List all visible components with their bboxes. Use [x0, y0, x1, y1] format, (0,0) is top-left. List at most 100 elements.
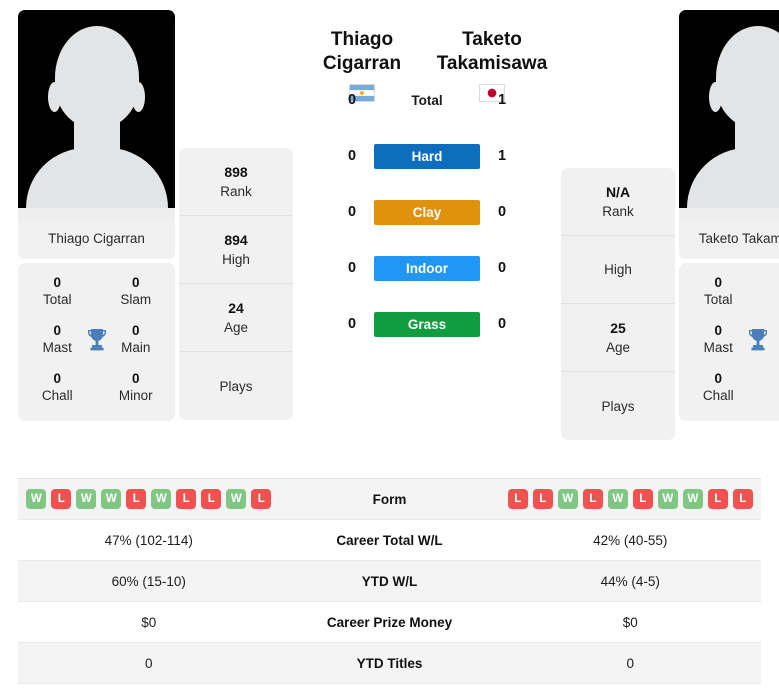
- left-age-label: Age: [223, 319, 249, 335]
- titles-mast-value: 0: [714, 323, 722, 338]
- form-badge-loss[interactable]: L: [507, 489, 528, 509]
- form-badge-loss[interactable]: L: [532, 489, 553, 509]
- h2h-left-score: 0: [347, 260, 357, 276]
- left-player-photo-card[interactable]: Thiago Cigarran: [18, 10, 175, 259]
- form-badge-win[interactable]: W: [26, 489, 47, 509]
- titles-chall-label: Chall: [702, 388, 734, 403]
- titles-mast-value: 0: [53, 323, 61, 338]
- titles-row-mast-main: 0 Mast 0: [18, 315, 175, 363]
- titles-chall-label: Chall: [41, 388, 73, 403]
- form-badge-win[interactable]: W: [657, 489, 678, 509]
- row-label: YTD W/L: [361, 573, 418, 589]
- titles-mast: 0 Mast: [32, 322, 82, 357]
- titles-minor-label: Minor: [772, 387, 779, 405]
- titles-slam-label: Slam: [120, 292, 152, 307]
- right-value-cell: 0: [626, 655, 634, 671]
- surface-label-indoor[interactable]: Indoor: [374, 255, 480, 281]
- right-player-photo-name: Taketo Takamisawa: [679, 220, 779, 259]
- form-badge-win[interactable]: W: [76, 489, 97, 509]
- left-player-titles-grid: 0 Total 0 Slam 0 Mast 0 Main 0 Chall 0 M…: [18, 263, 175, 421]
- h2h-row-grass: 0 Grass 0: [341, 296, 513, 352]
- titles-minor-value: 0: [132, 371, 140, 386]
- left-rank-label: Rank: [220, 183, 252, 199]
- h2h-left-score: 0: [347, 316, 357, 332]
- form-badge-win[interactable]: W: [101, 489, 122, 509]
- right-form-list: LLWLWLWWLL: [500, 489, 762, 509]
- surface-label-hard[interactable]: Hard: [374, 143, 480, 169]
- h2h-row-total: 0 Total 1: [341, 72, 513, 128]
- h2h-right-score: 0: [497, 316, 507, 332]
- left-player-photo-column: Thiago Cigarran 0 Total 0 Slam 0 Mast 0 …: [18, 10, 175, 421]
- form-badge-win[interactable]: W: [557, 489, 578, 509]
- titles-chall-value: 0: [714, 371, 722, 386]
- titles-mast-label: Mast: [42, 340, 72, 355]
- titles-total-value: 0: [714, 275, 722, 290]
- row-label: YTD Titles: [356, 655, 423, 671]
- h2h-right-score: 0: [497, 260, 507, 276]
- left-form-list: WLWWLWLLWL: [18, 489, 280, 509]
- titles-main-label: Main: [772, 339, 779, 357]
- surface-label-grass[interactable]: Grass: [374, 311, 480, 337]
- h2h-right-score: 1: [497, 92, 507, 108]
- form-badge-loss[interactable]: L: [201, 489, 222, 509]
- titles-total-label: Total: [42, 292, 72, 307]
- form-badge-win[interactable]: W: [607, 489, 628, 509]
- surface-label-total: Total: [411, 92, 443, 108]
- titles-chall-value: 0: [53, 371, 61, 386]
- table-row: 60% (15-10) YTD W/L 44% (4-5): [18, 561, 761, 602]
- right-value-cell: LLWLWLWWLL: [500, 489, 762, 509]
- surface-label-clay[interactable]: Clay: [374, 199, 480, 225]
- right-age-value: 25: [610, 319, 626, 336]
- titles-main-value: 0: [132, 323, 140, 338]
- form-badge-loss[interactable]: L: [582, 489, 603, 509]
- head-to-head-column: Thiago Cigarran Taketo Takamisawa 0 Tota…: [297, 10, 557, 352]
- left-age-cell: 24 Age: [179, 284, 293, 352]
- table-row: $0 Career Prize Money $0: [18, 602, 761, 643]
- left-value-cell: $0: [141, 614, 157, 630]
- left-player-photo-name: Thiago Cigarran: [18, 220, 175, 259]
- titles-chall: 0 Chall: [693, 370, 743, 405]
- form-badge-loss[interactable]: L: [632, 489, 653, 509]
- right-age-label: Age: [605, 339, 631, 355]
- titles-minor-label: Minor: [118, 388, 153, 403]
- right-rank-value: N/A: [605, 183, 631, 200]
- right-player-first-name: Taketo: [462, 29, 522, 50]
- table-row: 47% (102-114) Career Total W/L 42% (40-55): [18, 520, 761, 561]
- left-player-last-name: Cigarran: [322, 53, 402, 74]
- form-badge-loss[interactable]: L: [126, 489, 147, 509]
- form-badge-loss[interactable]: L: [251, 489, 272, 509]
- right-player-photo-card[interactable]: Taketo Takamisawa: [679, 10, 779, 259]
- row-label: Form: [372, 491, 407, 507]
- right-age-cell: 25 Age: [561, 304, 675, 372]
- titles-main-label: Main: [121, 340, 151, 355]
- form-badge-loss[interactable]: L: [732, 489, 753, 509]
- player-avatar-placeholder-icon: [679, 10, 779, 220]
- right-player-name: Taketo Takamisawa: [427, 28, 557, 76]
- right-player-photo-column: Taketo Takamisawa 0 Total 0 Slam: [679, 10, 779, 421]
- form-badge-loss[interactable]: L: [51, 489, 72, 509]
- form-badge-loss[interactable]: L: [176, 489, 197, 509]
- trophy-icon: [743, 327, 771, 353]
- form-badge-win[interactable]: W: [682, 489, 703, 509]
- right-rank-label: Rank: [602, 203, 634, 219]
- table-row: W L W W L W L L W L Form L L W L W L W W L L: [18, 479, 761, 520]
- h2h-row-hard: 0 Hard 1: [341, 128, 513, 184]
- h2h-right-score: 1: [497, 148, 507, 164]
- form-badge-win[interactable]: W: [151, 489, 172, 509]
- h2h-row-indoor: 0 Indoor 0: [341, 240, 513, 296]
- left-value-cell: 47% (102-114): [104, 532, 193, 548]
- head-to-head-rows: 0 Total 1 0 Hard 1 0 Clay 0 0 Indoor 0 0 Grass 0: [341, 72, 513, 352]
- row-label: Career Total W/L: [336, 532, 443, 548]
- titles-row-total-slam: 0 Total 0 Slam: [679, 267, 779, 315]
- form-badge-win[interactable]: W: [226, 489, 247, 509]
- right-high-cell: High: [561, 236, 675, 304]
- titles-row-chall-minor: 0 Chall 0 Minor: [679, 363, 779, 411]
- right-value-cell: 42% (40-55): [593, 532, 668, 548]
- trophy-icon: [82, 327, 110, 353]
- right-value-cell: 44% (4-5): [600, 573, 660, 589]
- left-high-value: 894: [224, 231, 248, 248]
- titles-slam: 0 Slam: [111, 274, 161, 309]
- form-badge-loss[interactable]: L: [707, 489, 728, 509]
- h2h-left-score: 0: [347, 204, 357, 220]
- right-plays-cell: Plays: [561, 372, 675, 440]
